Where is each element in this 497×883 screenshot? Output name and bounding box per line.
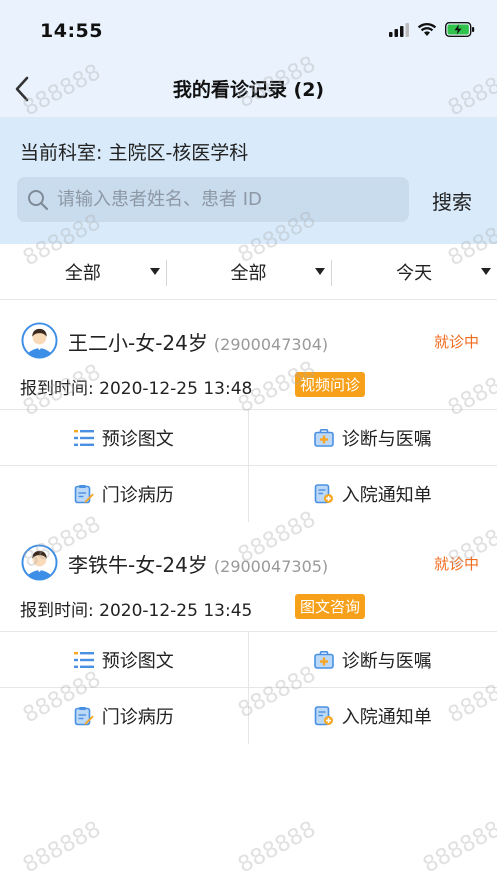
caret-down-icon [315, 268, 326, 275]
report-time: 报到时间: 2020-12-25 13:48 [20, 379, 253, 399]
watermark: 888888 [419, 816, 497, 879]
patient-name: 王二小-女-24岁 (2900047304) [68, 327, 328, 356]
status-icons [389, 22, 475, 37]
current-department: 当前科室: 主院区-核医学科 [20, 142, 249, 164]
patient-name-text: 王二小-女-24岁 [68, 331, 208, 355]
status-bar: 14:55 [0, 0, 497, 58]
patient-avatar-icon [21, 544, 58, 581]
filter-type-dropdown[interactable]: 全部 [165, 244, 332, 299]
clipboard-edit-icon [74, 485, 94, 504]
report-time: 报到时间: 2020-12-25 13:45 [20, 601, 253, 621]
outpatient-record-button[interactable]: 门诊病历 [0, 466, 249, 522]
filter-date-dropdown[interactable]: 今天 [331, 244, 497, 299]
consult-type-tag: 视频问诊 [295, 372, 366, 397]
battery-charging-icon [445, 22, 475, 37]
patient-name-text: 李铁牛-女-24岁 [68, 553, 208, 577]
admission-notice-button[interactable]: 入院通知单 [249, 688, 497, 744]
action-label: 诊断与医嘱 [341, 428, 432, 450]
caret-down-icon [149, 268, 160, 275]
search-box[interactable] [17, 177, 409, 222]
status-time: 14:55 [40, 20, 103, 42]
watermark: 888888 [19, 816, 105, 879]
wifi-icon [417, 22, 437, 36]
signal-icon [389, 22, 409, 37]
action-label: 入院通知单 [341, 485, 432, 506]
list-icon [73, 429, 94, 446]
filter-status-dropdown[interactable]: 全部 [0, 244, 166, 299]
record-actions: 预诊图文 诊断与医嘱 门诊病历 入院通知单 [0, 410, 497, 522]
pre-consult-button[interactable]: 预诊图文 [0, 632, 249, 688]
filter-bar: 全部 全部 今天 [0, 244, 497, 300]
admission-notice-button[interactable]: 入院通知单 [249, 466, 497, 522]
patient-name: 李铁牛-女-24岁 (2900047305) [68, 549, 328, 578]
patient-id: (2900047305) [213, 557, 329, 576]
filter-label: 全部 [64, 262, 101, 284]
document-icon [314, 706, 333, 726]
visit-record-card[interactable]: 王二小-女-24岁 (2900047304) 就诊中 报到时间: 2020-12-… [0, 300, 497, 522]
filter-label: 全部 [230, 262, 267, 284]
medical-kit-icon [313, 650, 334, 669]
action-label: 预诊图文 [101, 650, 174, 672]
diagnosis-orders-button[interactable]: 诊断与医嘱 [248, 632, 497, 688]
visit-status: 就诊中 [433, 333, 479, 351]
visit-record-card[interactable]: 李铁牛-女-24岁 (2900047305) 就诊中 报到时间: 2020-12-… [0, 522, 497, 744]
document-icon [314, 484, 333, 504]
record-header: 王二小-女-24岁 (2900047304) 就诊中 报到时间: 2020-12-… [0, 300, 497, 410]
visit-status: 就诊中 [433, 555, 479, 573]
caret-down-icon [481, 268, 492, 275]
action-label: 预诊图文 [101, 428, 174, 450]
action-label: 诊断与医嘱 [341, 650, 432, 672]
page-title: 我的看诊记录 (2) [172, 79, 325, 101]
medical-kit-icon [313, 428, 334, 447]
outpatient-record-button[interactable]: 门诊病历 [0, 688, 249, 744]
filter-label: 今天 [396, 262, 433, 284]
consult-type-tag: 图文咨询 [295, 594, 366, 619]
search-input[interactable] [57, 189, 387, 210]
action-label: 入院通知单 [341, 707, 432, 728]
record-actions: 预诊图文 诊断与医嘱 门诊病历 入院通知单 [0, 632, 497, 744]
department-panel: 当前科室: 主院区-核医学科 搜索 [0, 118, 497, 244]
nav-bar: 我的看诊记录 (2) [0, 58, 497, 118]
patient-id: (2900047304) [213, 335, 329, 354]
diagnosis-orders-button[interactable]: 诊断与医嘱 [248, 410, 497, 466]
watermark: 888888 [234, 816, 320, 879]
patient-avatar-icon [21, 322, 58, 359]
search-icon [28, 189, 49, 210]
record-header: 李铁牛-女-24岁 (2900047305) 就诊中 报到时间: 2020-12-… [0, 522, 497, 632]
action-label: 门诊病历 [101, 707, 174, 728]
action-label: 门诊病历 [101, 485, 174, 506]
search-button[interactable]: 搜索 [432, 186, 472, 215]
list-icon [73, 651, 94, 668]
clipboard-edit-icon [74, 707, 94, 726]
pre-consult-button[interactable]: 预诊图文 [0, 410, 249, 466]
